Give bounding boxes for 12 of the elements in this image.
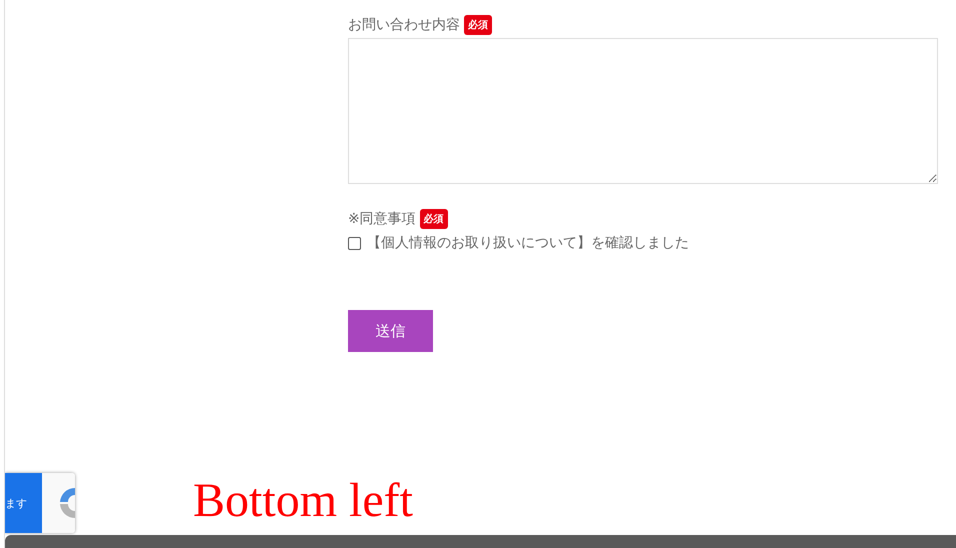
required-badge: 必須 [464,15,492,35]
field-label: お問い合わせ内容 [348,16,460,34]
submit-button[interactable]: 送信 [348,310,433,352]
field-label: ※同意事項 [348,210,416,228]
caption-text: Bottom left [193,473,413,529]
checkbox-label: 【個人情報のお取り扱いについて】を確認しました [367,234,689,252]
checkbox[interactable] [348,236,361,250]
required-badge: 必須 [420,209,448,229]
recaptcha-badge[interactable]: ます [5,473,75,533]
recaptcha-icon [58,486,75,520]
recaptcha-text: ます [5,473,42,533]
message-field[interactable] [348,38,938,184]
